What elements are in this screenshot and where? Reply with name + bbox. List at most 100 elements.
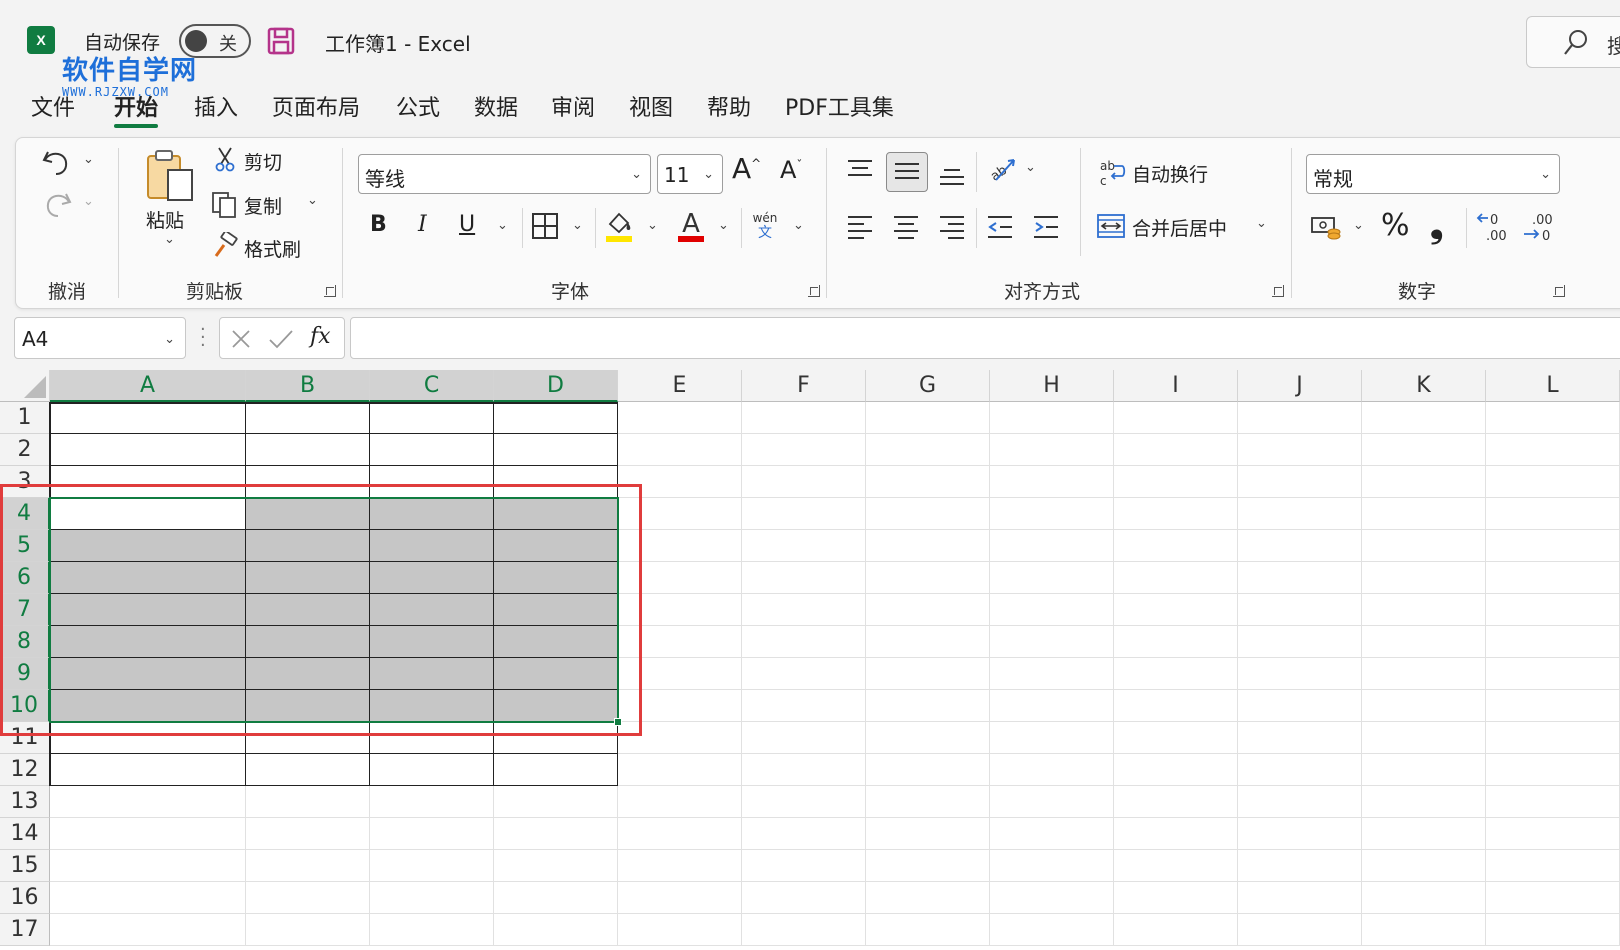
italic-button[interactable]: I (418, 212, 427, 237)
cell-i4[interactable] (1114, 498, 1238, 530)
cell-a13[interactable] (50, 786, 246, 818)
column-header-f[interactable]: F (742, 370, 866, 402)
align-center-icon[interactable] (892, 214, 920, 240)
accounting-format-icon[interactable] (1310, 214, 1342, 242)
cell-c8[interactable] (370, 626, 494, 658)
cell-c13[interactable] (370, 786, 494, 818)
merge-center-label[interactable]: 合并后居中 (1132, 214, 1227, 241)
phonetic-guide-icon[interactable]: wén 文 (750, 208, 780, 244)
clipboard-launcher-icon[interactable] (324, 285, 336, 297)
cell-j17[interactable] (1238, 914, 1362, 946)
cell-c9[interactable] (370, 658, 494, 690)
cell-i10[interactable] (1114, 690, 1238, 722)
cell-g9[interactable] (866, 658, 990, 690)
cell-c12[interactable] (370, 754, 494, 786)
cell-k10[interactable] (1362, 690, 1486, 722)
cell-a5[interactable] (50, 530, 246, 562)
cell-k8[interactable] (1362, 626, 1486, 658)
autosave-toggle[interactable]: 关 (179, 24, 251, 58)
cell-e6[interactable] (618, 562, 742, 594)
cell-a9[interactable] (50, 658, 246, 690)
column-header-j[interactable]: J (1238, 370, 1362, 402)
save-icon[interactable] (267, 27, 295, 55)
column-header-c[interactable]: C (370, 370, 494, 402)
cell-j9[interactable] (1238, 658, 1362, 690)
cell-h12[interactable] (990, 754, 1114, 786)
row-header-17[interactable]: 17 (0, 914, 50, 946)
cell-i5[interactable] (1114, 530, 1238, 562)
cell-f13[interactable] (742, 786, 866, 818)
column-header-d[interactable]: D (494, 370, 618, 402)
scissors-icon[interactable] (214, 146, 236, 172)
align-middle-button[interactable] (886, 152, 928, 192)
format-painter-label[interactable]: 格式刷 (244, 235, 301, 262)
percent-button[interactable]: % (1381, 208, 1410, 243)
cell-e14[interactable] (618, 818, 742, 850)
cell-i1[interactable] (1114, 402, 1238, 434)
cell-h5[interactable] (990, 530, 1114, 562)
cell-i15[interactable] (1114, 850, 1238, 882)
cell-f12[interactable] (742, 754, 866, 786)
tab-data[interactable]: 数据 (474, 90, 518, 122)
decrease-indent-icon[interactable] (986, 214, 1014, 240)
format-painter-icon[interactable] (210, 232, 240, 260)
cell-c5[interactable] (370, 530, 494, 562)
cell-g17[interactable] (866, 914, 990, 946)
cell-h17[interactable] (990, 914, 1114, 946)
cell-a8[interactable] (50, 626, 246, 658)
cell-l17[interactable] (1486, 914, 1620, 946)
cell-g12[interactable] (866, 754, 990, 786)
cell-g11[interactable] (866, 722, 990, 754)
column-header-l[interactable]: L (1486, 370, 1620, 402)
paste-label[interactable]: 粘贴 (146, 206, 184, 233)
cell-a12[interactable] (50, 754, 246, 786)
cell-d17[interactable] (494, 914, 618, 946)
cell-f14[interactable] (742, 818, 866, 850)
cell-c6[interactable] (370, 562, 494, 594)
cell-b1[interactable] (246, 402, 370, 434)
underline-dropdown-icon[interactable]: ⌄ (497, 218, 508, 233)
cell-a10[interactable] (50, 690, 246, 722)
cell-j8[interactable] (1238, 626, 1362, 658)
insert-function-button[interactable]: fx (310, 324, 331, 349)
accounting-dropdown-icon[interactable]: ⌄ (1353, 218, 1364, 233)
cell-j1[interactable] (1238, 402, 1362, 434)
cell-b15[interactable] (246, 850, 370, 882)
cell-f15[interactable] (742, 850, 866, 882)
cell-e11[interactable] (618, 722, 742, 754)
cell-d11[interactable] (494, 722, 618, 754)
cell-b11[interactable] (246, 722, 370, 754)
cell-c2[interactable] (370, 434, 494, 466)
row-header-15[interactable]: 15 (0, 850, 50, 882)
cell-h4[interactable] (990, 498, 1114, 530)
cell-e13[interactable] (618, 786, 742, 818)
font-color-icon[interactable]: A (676, 208, 706, 242)
row-header-13[interactable]: 13 (0, 786, 50, 818)
cell-k6[interactable] (1362, 562, 1486, 594)
row-header-7[interactable]: 7 (0, 594, 50, 626)
cell-l1[interactable] (1486, 402, 1620, 434)
cell-c1[interactable] (370, 402, 494, 434)
font-name-combo[interactable]: 等线 ⌄ (358, 154, 651, 194)
increase-indent-icon[interactable] (1032, 214, 1060, 240)
comma-style-button[interactable]: ❟ (1430, 206, 1443, 246)
cell-d16[interactable] (494, 882, 618, 914)
tab-review[interactable]: 审阅 (551, 90, 595, 122)
formula-bar-grip-icon[interactable]: · · · (200, 321, 206, 355)
cell-j15[interactable] (1238, 850, 1362, 882)
cell-c4[interactable] (370, 498, 494, 530)
row-header-8[interactable]: 8 (0, 626, 50, 658)
cell-j11[interactable] (1238, 722, 1362, 754)
fill-color-dropdown-icon[interactable]: ⌄ (647, 218, 658, 233)
cell-k7[interactable] (1362, 594, 1486, 626)
cell-g16[interactable] (866, 882, 990, 914)
fill-color-icon[interactable] (604, 208, 634, 242)
cell-c15[interactable] (370, 850, 494, 882)
row-header-16[interactable]: 16 (0, 882, 50, 914)
cell-i13[interactable] (1114, 786, 1238, 818)
cell-c16[interactable] (370, 882, 494, 914)
wrap-text-label[interactable]: 自动换行 (1132, 160, 1208, 187)
cell-h9[interactable] (990, 658, 1114, 690)
cell-k3[interactable] (1362, 466, 1486, 498)
cell-l13[interactable] (1486, 786, 1620, 818)
